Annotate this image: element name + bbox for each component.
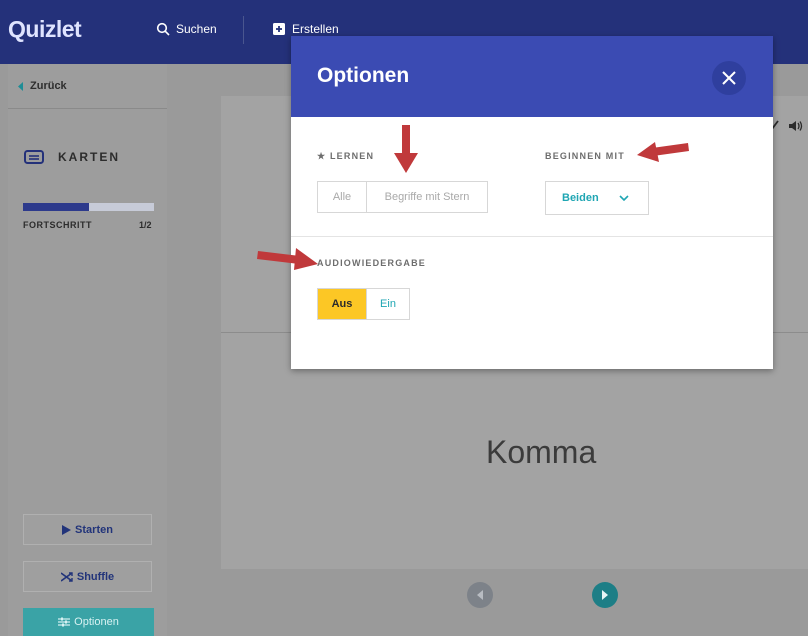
close-icon [722, 71, 736, 85]
close-button[interactable] [712, 61, 746, 95]
search-icon [156, 22, 170, 36]
sliders-icon [58, 617, 71, 627]
back-link[interactable]: Zurück [18, 80, 67, 92]
progress-count: 1/2 [139, 220, 152, 230]
shuffle-button[interactable]: Shuffle [23, 561, 152, 592]
annotation-arrow-down-icon [394, 125, 418, 173]
options-modal: Optionen ★ LERNEN Alle Begriffe mit Ster… [291, 36, 773, 369]
audio-toggle: Aus Ein [317, 288, 410, 320]
progress-bar [23, 203, 154, 211]
previous-card-button[interactable] [467, 582, 493, 608]
back-label: Zurück [30, 80, 67, 92]
search-label: Suchen [176, 22, 217, 36]
quizlet-logo[interactable]: Quizlet [8, 16, 82, 43]
start-with-value: Beiden [562, 192, 599, 204]
mode-label: KARTEN [58, 150, 120, 164]
card-actions [771, 120, 803, 132]
search-link[interactable]: Suchen [156, 22, 217, 36]
create-link[interactable]: Erstellen [272, 22, 339, 36]
speaker-icon[interactable] [789, 120, 803, 132]
start-with-label: BEGINNEN MIT [545, 151, 625, 161]
chevron-down-icon [619, 195, 629, 201]
options-label: Optionen [74, 616, 119, 628]
audio-label: AUDIOWIEDERGABE [317, 258, 427, 268]
progress-fill [23, 203, 89, 211]
annotation-arrow-left-icon [637, 142, 689, 162]
cards-icon [24, 150, 44, 164]
modal-title: Optionen [317, 64, 410, 87]
audio-option-off[interactable]: Aus [318, 289, 367, 319]
audio-option-on[interactable]: Ein [367, 289, 409, 319]
mode-title: KARTEN [24, 150, 120, 164]
learn-option-all[interactable]: Alle [318, 182, 367, 212]
create-label: Erstellen [292, 22, 339, 36]
start-button[interactable]: Starten [23, 514, 152, 545]
shuffle-label: Shuffle [76, 570, 115, 583]
shuffle-icon [60, 571, 73, 582]
learn-option-starred[interactable]: Begriffe mit Stern [367, 182, 487, 212]
nav-divider [243, 16, 244, 44]
play-icon [62, 524, 72, 535]
modal-header: Optionen [291, 36, 773, 117]
card-term: Komma [486, 434, 597, 470]
chevron-left-icon [477, 590, 483, 600]
progress-label: FORTSCHRITT [23, 220, 92, 230]
learn-label: ★ LERNEN [317, 151, 375, 161]
options-button[interactable]: Optionen [23, 608, 154, 636]
learn-toggle: Alle Begriffe mit Stern [317, 181, 488, 213]
start-label: Starten [75, 523, 113, 536]
annotation-arrow-right-icon [257, 248, 318, 270]
start-with-select[interactable]: Beiden [545, 181, 649, 215]
chevron-left-icon [18, 81, 23, 91]
modal-divider [291, 236, 773, 237]
chevron-right-icon [602, 590, 608, 600]
sidebar-divider [8, 108, 167, 109]
next-card-button[interactable] [592, 582, 618, 608]
add-box-icon [273, 23, 285, 35]
